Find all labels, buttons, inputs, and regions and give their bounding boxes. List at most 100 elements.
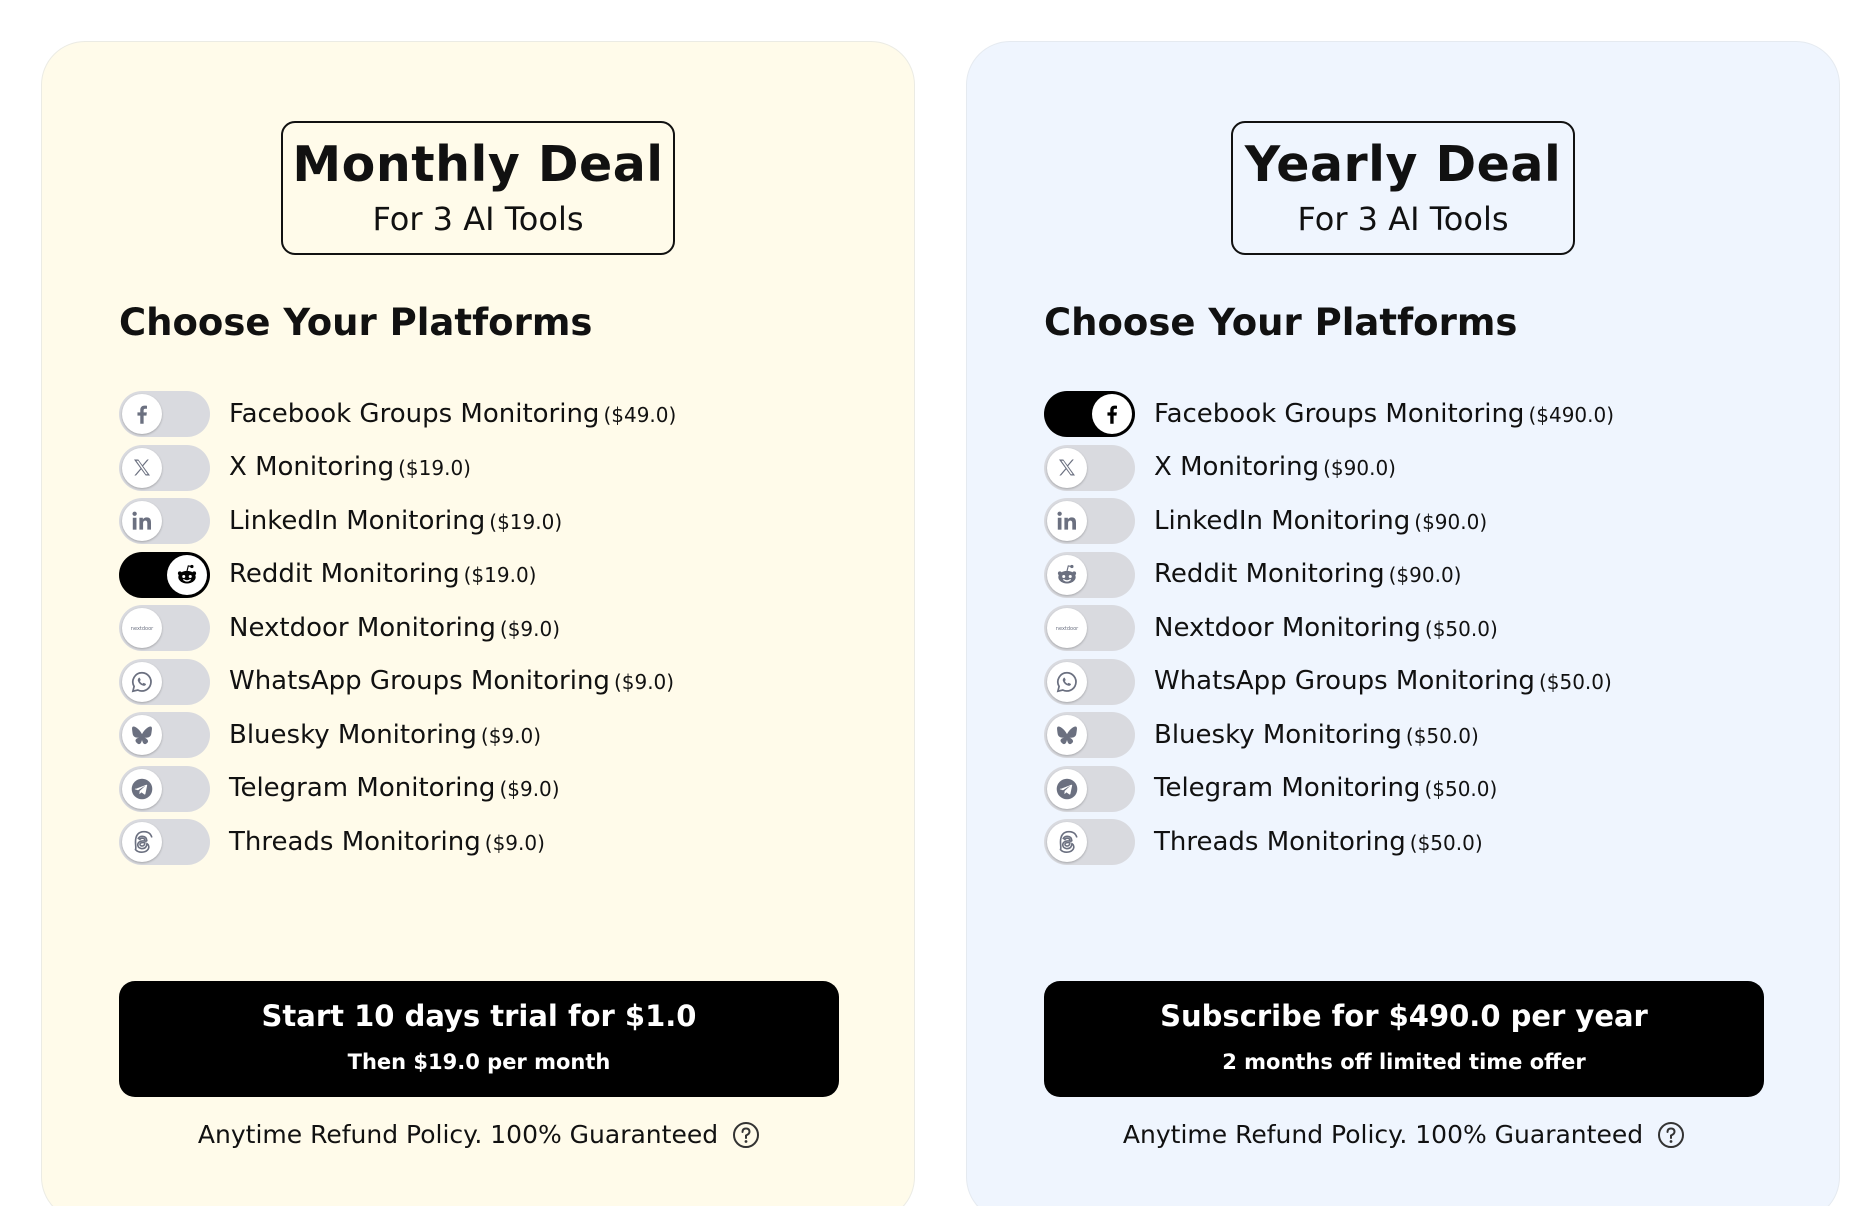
threads-icon <box>1047 822 1087 862</box>
bluesky-icon <box>122 715 162 755</box>
help-circle-icon[interactable] <box>1657 1121 1685 1149</box>
platform-label: Facebook Groups Monitoring ($49.0) <box>229 398 676 431</box>
monthly-plan-card: Monthly Deal For 3 AI Tools Choose Your … <box>41 41 915 1206</box>
telegram-icon <box>122 768 162 809</box>
plan-title: Yearly Deal <box>1244 136 1562 193</box>
platform-row: Bluesky Monitoring ($9.0) <box>119 711 541 759</box>
pricing-page: Monthly Deal For 3 AI Tools Choose Your … <box>0 0 1874 1206</box>
platform-row: WhatsApp Groups Monitoring ($50.0) <box>1044 658 1612 706</box>
platform-label: Nextdoor Monitoring ($9.0) <box>229 612 560 645</box>
platform-name: Facebook Groups Monitoring <box>1154 398 1525 429</box>
refund-policy: Anytime Refund Policy. 100% Guaranteed <box>967 1118 1841 1152</box>
platform-row: Facebook Groups Monitoring ($490.0) <box>1044 390 1614 438</box>
platform-name: Bluesky Monitoring <box>1154 719 1402 750</box>
platform-price: ($9.0) <box>480 723 542 748</box>
platform-price: ($19.0) <box>489 509 563 534</box>
platform-label: Bluesky Monitoring ($9.0) <box>229 719 541 752</box>
platform-row: Threads Monitoring ($50.0) <box>1044 818 1483 866</box>
cta-sub-label: Then $19.0 per month <box>347 1050 611 1074</box>
platform-name: Telegram Monitoring <box>1154 773 1421 803</box>
platform-price: ($9.0) <box>499 777 560 801</box>
platform-toggle[interactable] <box>1044 444 1135 491</box>
help-circle-icon[interactable] <box>732 1121 760 1149</box>
platform-name: X Monitoring <box>229 452 395 482</box>
platform-row: Reddit Monitoring ($19.0) <box>119 551 537 599</box>
platform-toggle[interactable]: nextdoor <box>1044 605 1135 651</box>
platform-toggle[interactable] <box>1044 551 1135 598</box>
platform-label: Threads Monitoring ($50.0) <box>1154 826 1483 859</box>
platform-toggle[interactable] <box>1044 712 1135 758</box>
reddit-icon <box>1047 554 1087 595</box>
platform-toggle[interactable] <box>1044 658 1135 705</box>
platform-toggle[interactable] <box>119 444 210 491</box>
platform-name: X Monitoring <box>1154 452 1320 482</box>
platform-label: WhatsApp Groups Monitoring ($9.0) <box>229 665 674 698</box>
platform-label: Reddit Monitoring ($90.0) <box>1154 558 1462 591</box>
refund-policy-text: Anytime Refund Policy. 100% Guaranteed <box>197 1120 719 1149</box>
facebook-icon <box>1092 394 1132 434</box>
platform-price: ($50.0) <box>1538 670 1612 694</box>
whatsapp-icon <box>1047 661 1087 702</box>
platform-row: WhatsApp Groups Monitoring ($9.0) <box>119 658 674 706</box>
platform-price: ($19.0) <box>463 563 537 587</box>
platform-toggle[interactable] <box>119 712 210 758</box>
svg-text:nextdoor: nextdoor <box>131 626 154 632</box>
platform-row: X Monitoring ($90.0) <box>1044 444 1396 492</box>
refund-policy: Anytime Refund Policy. 100% Guaranteed <box>42 1118 916 1152</box>
platform-row: Facebook Groups Monitoring ($49.0) <box>119 390 676 438</box>
platform-row: Telegram Monitoring ($50.0) <box>1044 765 1497 813</box>
platform-price: ($50.0) <box>1405 723 1479 748</box>
platform-toggle[interactable] <box>119 498 210 544</box>
platform-toggle[interactable] <box>119 819 210 865</box>
platform-price: ($90.0) <box>1323 456 1396 480</box>
platform-name: LinkedIn Monitoring <box>1154 505 1411 536</box>
section-title: Choose Your Platforms <box>1044 301 1518 344</box>
refund-policy-text: Anytime Refund Policy. 100% Guaranteed <box>1122 1120 1644 1149</box>
nextdoor-icon: nextdoor <box>122 608 162 648</box>
platform-label: X Monitoring ($90.0) <box>1154 451 1396 484</box>
platform-label: LinkedIn Monitoring ($90.0) <box>1154 505 1487 538</box>
platform-toggle[interactable] <box>1044 765 1135 812</box>
platform-toggle[interactable] <box>1044 498 1135 544</box>
platform-toggle[interactable] <box>119 658 210 705</box>
plan-title: Monthly Deal <box>292 136 664 193</box>
bluesky-icon <box>1047 715 1087 755</box>
platform-toggle[interactable]: nextdoor <box>119 605 210 651</box>
linkedin-icon <box>122 501 162 541</box>
telegram-icon <box>1047 768 1087 809</box>
start-trial-button[interactable]: Start 10 days trial for $1.0 Then $19.0 … <box>119 981 839 1097</box>
monthly-deal-header: Monthly Deal For 3 AI Tools <box>281 121 675 255</box>
platform-toggle[interactable] <box>1044 391 1135 437</box>
platform-label: Telegram Monitoring ($9.0) <box>229 772 560 805</box>
platform-label: Nextdoor Monitoring ($50.0) <box>1154 612 1498 645</box>
threads-icon <box>122 822 162 862</box>
platform-row: X Monitoring ($19.0) <box>119 444 471 492</box>
platform-toggle[interactable] <box>119 551 210 598</box>
platform-name: WhatsApp Groups Monitoring <box>229 666 610 696</box>
platform-toggle[interactable] <box>119 391 210 437</box>
platform-name: LinkedIn Monitoring <box>229 505 486 536</box>
platform-row: nextdoor Nextdoor Monitoring ($9.0) <box>119 604 560 652</box>
facebook-icon <box>122 394 162 434</box>
platform-name: Telegram Monitoring <box>229 773 496 803</box>
platform-price: ($49.0) <box>603 402 677 427</box>
section-title: Choose Your Platforms <box>119 301 593 344</box>
platform-label: Threads Monitoring ($9.0) <box>229 826 545 859</box>
platform-price: ($9.0) <box>613 670 675 694</box>
platform-name: Nextdoor Monitoring <box>1154 612 1421 643</box>
platform-label: Facebook Groups Monitoring ($490.0) <box>1154 398 1614 431</box>
subscribe-button[interactable]: Subscribe for $490.0 per year 2 months o… <box>1044 981 1764 1097</box>
x-icon <box>1047 447 1087 488</box>
platform-toggle[interactable] <box>119 765 210 812</box>
platform-toggle[interactable] <box>1044 819 1135 865</box>
yearly-deal-header: Yearly Deal For 3 AI Tools <box>1231 121 1575 255</box>
platform-row: Threads Monitoring ($9.0) <box>119 818 545 866</box>
platform-row: Telegram Monitoring ($9.0) <box>119 765 560 813</box>
platform-price: ($9.0) <box>484 830 545 855</box>
platform-row: LinkedIn Monitoring ($19.0) <box>119 497 562 545</box>
linkedin-icon <box>1047 501 1087 541</box>
x-icon <box>122 447 162 488</box>
platform-label: LinkedIn Monitoring ($19.0) <box>229 505 562 538</box>
whatsapp-icon <box>122 661 162 702</box>
platform-row: nextdoor Nextdoor Monitoring ($50.0) <box>1044 604 1498 652</box>
